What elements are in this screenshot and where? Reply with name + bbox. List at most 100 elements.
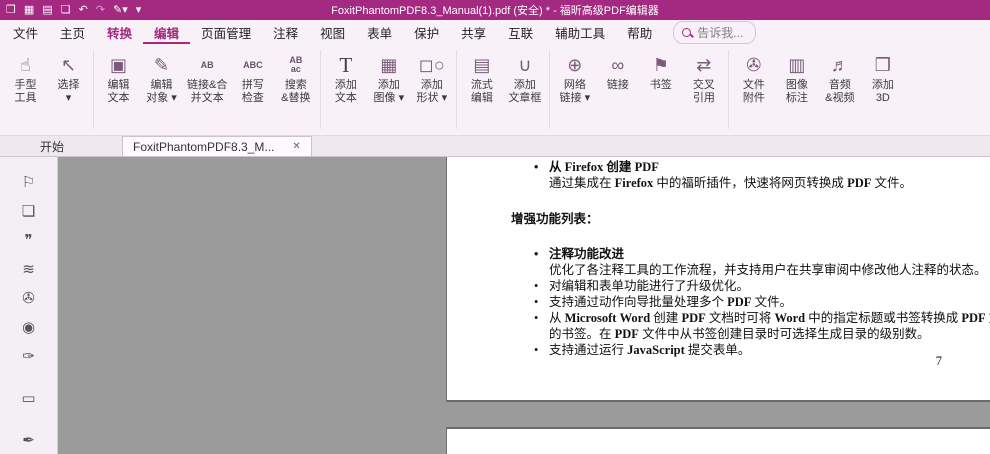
document-text-line: 的书签。在 PDF 文件中从书签创建目录时可选择生成目录的级别数。 [549,327,930,341]
document-text-line: • 从 Firefox 创建 PDF [534,160,659,174]
article-box-icon: ∪ [518,54,532,75]
ribbon-button-label: 流式 编辑 [470,79,493,104]
document-text-line: 优化了各注释工具的工作流程，并支持用户在共享审阅中修改他人注释的状态。 [549,263,987,277]
bookmark-button[interactable]: ⚑ 书签 [639,47,682,135]
ribbon-group: ⊕ 网络 链接 ▾ ∞ 链接 ⚑ 书签 ⇄ 交叉 引用 [553,47,725,135]
main-area: ⚐ ❏ ❞ ≋ ✇ ◉ ✑ ▭ ✒ • 从 Firefox 创建 PDF 通过集成在 Firefox… [0,157,990,454]
customize-qat-icon[interactable]: ▾ [136,0,142,20]
menu-item-help[interactable]: 帮助 [616,20,663,44]
hand-tool-button[interactable]: ☝ 手型 工具 [4,47,47,135]
bullet-marker: • [534,311,539,325]
menu-item-page-organize[interactable]: 页面管理 [190,20,262,44]
layers-panel-icon[interactable]: ≋ [0,254,57,283]
document-text-line: 增强功能列表： [511,212,599,226]
print-icon[interactable]: ▤ [42,0,52,20]
edit-object-button[interactable]: ✎ 编辑 对象 ▾ [140,47,183,135]
ribbon-group-separator [320,50,322,129]
audio-video-button[interactable]: ♬ 音频 &视频 [818,47,861,135]
bullet-marker: • [534,247,539,261]
select-button[interactable]: ↖ 选择 ▾ [47,47,90,135]
file-attachment-button[interactable]: ✇ 文件 附件 [732,47,775,135]
menu-item-accessibility[interactable]: 辅助工具 [544,20,616,44]
security-panel-icon[interactable]: ◉ [0,312,57,341]
web-links-button[interactable]: ⊕ 网络 链接 ▾ [553,47,596,135]
redo-icon[interactable]: ↷ [96,0,105,20]
ribbon-button-label: 文件 附件 [742,79,765,104]
spell-check-button[interactable]: ABC 拼写 检查 [231,47,274,135]
menu-item-home[interactable]: 主页 [49,20,96,44]
pages-panel-icon[interactable]: ❏ [0,196,57,225]
pen-tool-icon[interactable]: ✎▾ [113,0,128,20]
close-icon[interactable]: ✕ [292,141,300,152]
ribbon-button-label: 链接&合 并文本 [187,79,228,104]
ribbon-button-label: 网络 链接 ▾ [559,79,591,104]
reflow-edit-button[interactable]: ▤ 流式 编辑 [460,47,503,135]
add-article-box-button[interactable]: ∪ 添加 文章框 [503,47,546,135]
ribbon-button-label: 搜索 &替换 [281,79,311,104]
ribbon-group: ☝ 手型 工具 ↖ 选择 ▾ [4,47,90,135]
menu-item-form[interactable]: 表单 [356,20,403,44]
bookmark-flag-icon: ⚑ [652,54,669,75]
menu-bar: 文件 主页 转换 编辑 页面管理 注释 视图 表单 保护 共享 互联 辅助工具 帮助 告诉我... [0,20,990,44]
chain-link-icon: ∞ [611,54,625,75]
bookmarks-panel-icon[interactable]: ⚐ [0,167,57,196]
document-text-line: • 对编辑和表单功能进行了升级优化。 [534,279,750,293]
fields-panel-icon[interactable]: ▭ [0,383,57,412]
tab-start-label: 开始 [40,139,65,154]
add-text-button[interactable]: T 添加 文本 [324,47,367,135]
image-annotation-icon: ▥ [788,54,806,75]
menu-item-file[interactable]: 文件 [2,20,49,44]
menu-item-connect[interactable]: 互联 [497,20,544,44]
open-file-icon[interactable]: ❐ [6,0,16,20]
export-icon[interactable]: ❏ [61,0,71,20]
undo-icon[interactable]: ↶ [79,0,88,20]
edit-text-button[interactable]: ▣ 编辑 文本 [97,47,140,135]
document-canvas[interactable]: • 从 Firefox 创建 PDF 通过集成在 Firefox 中的福昕插件，快速… [58,157,990,454]
paperclip-icon: ✇ [746,54,762,75]
menu-item-convert[interactable]: 转换 [96,20,143,44]
ribbon-button-label: 添加 3D [871,79,894,104]
globe-icon: ⊕ [567,54,583,75]
save-icon[interactable]: ▦ [24,0,34,20]
sign-panel-icon[interactable]: ✒ [0,425,57,454]
menu-item-protect[interactable]: 保护 [403,20,450,44]
ribbon-button-label: 添加 图像 ▾ [373,79,405,104]
comments-panel-icon[interactable]: ❞ [0,225,57,254]
link-join-text-icon: AB [200,59,214,70]
image-annotation-button[interactable]: ▥ 图像 标注 [775,47,818,135]
add-shapes-button[interactable]: ◻○ 添加 形状 ▾ [410,47,453,135]
ribbon-button-label: 链接 [606,79,629,91]
tab-document[interactable]: FoxitPhantomPDF8.3_M... ✕ [122,136,312,156]
add-image-button[interactable]: ▦ 添加 图像 ▾ [367,47,410,135]
cube-3d-icon: ❒ [874,54,891,75]
ribbon-button-label: 选择 ▾ [57,79,80,104]
tell-me-search[interactable]: 告诉我... [673,20,757,44]
menu-item-share[interactable]: 共享 [450,20,497,44]
cross-reference-button[interactable]: ⇄ 交叉 引用 [682,47,725,135]
menu-item-view[interactable]: 视图 [309,20,356,44]
digital-signatures-panel-icon[interactable]: ✑ [0,341,57,370]
link-join-text-button[interactable]: AB 链接&合 并文本 [183,47,231,135]
link-button[interactable]: ∞ 链接 [596,47,639,135]
menu-bar-items: 文件 主页 转换 编辑 页面管理 注释 视图 表单 保护 共享 互联 辅助工具 帮助 [2,20,663,44]
ribbon-button-label: 音频 &视频 [825,79,855,104]
menu-item-edit[interactable]: 编辑 [143,20,190,44]
ribbon-button-label: 手型 工具 [14,79,37,104]
pdf-page-next [446,427,990,454]
document-text-line: • 注释功能改进 [534,247,625,261]
search-replace-icon: AB ac [289,55,303,74]
ribbon-group: ✇ 文件 附件 ▥ 图像 标注 ♬ 音频 &视频 ❒ 添加 3D [732,47,904,135]
add-image-icon: ▦ [380,54,398,75]
ribbon-button-label: 添加 形状 ▾ [416,79,448,104]
menu-item-comment[interactable]: 注释 [262,20,309,44]
ribbon: ☝ 手型 工具 ↖ 选择 ▾ ▣ 编辑 文本 ✎ 编辑 对象 ▾ AB 链接&合 并文本 ABC 拼写… [0,44,990,136]
add-3d-button[interactable]: ❒ 添加 3D [861,47,904,135]
tab-start[interactable]: 开始 [30,136,122,156]
ribbon-button-label: 交叉 引用 [692,79,715,104]
reflow-edit-icon: ▤ [473,54,491,75]
quick-access-toolbar: ❐ ▦ ▤ ❏ ↶ ↷ ✎▾ ▾ [6,0,141,20]
foxit-phantompdf-window: ❐ ▦ ▤ ❏ ↶ ↷ ✎▾ ▾ FoxitPhantomPDF8.3_Manual(1).p… [0,0,990,454]
edit-object-icon: ✎ [153,54,170,75]
attachments-panel-icon[interactable]: ✇ [0,283,57,312]
search-replace-button[interactable]: AB ac 搜索 &替换 [274,47,317,135]
